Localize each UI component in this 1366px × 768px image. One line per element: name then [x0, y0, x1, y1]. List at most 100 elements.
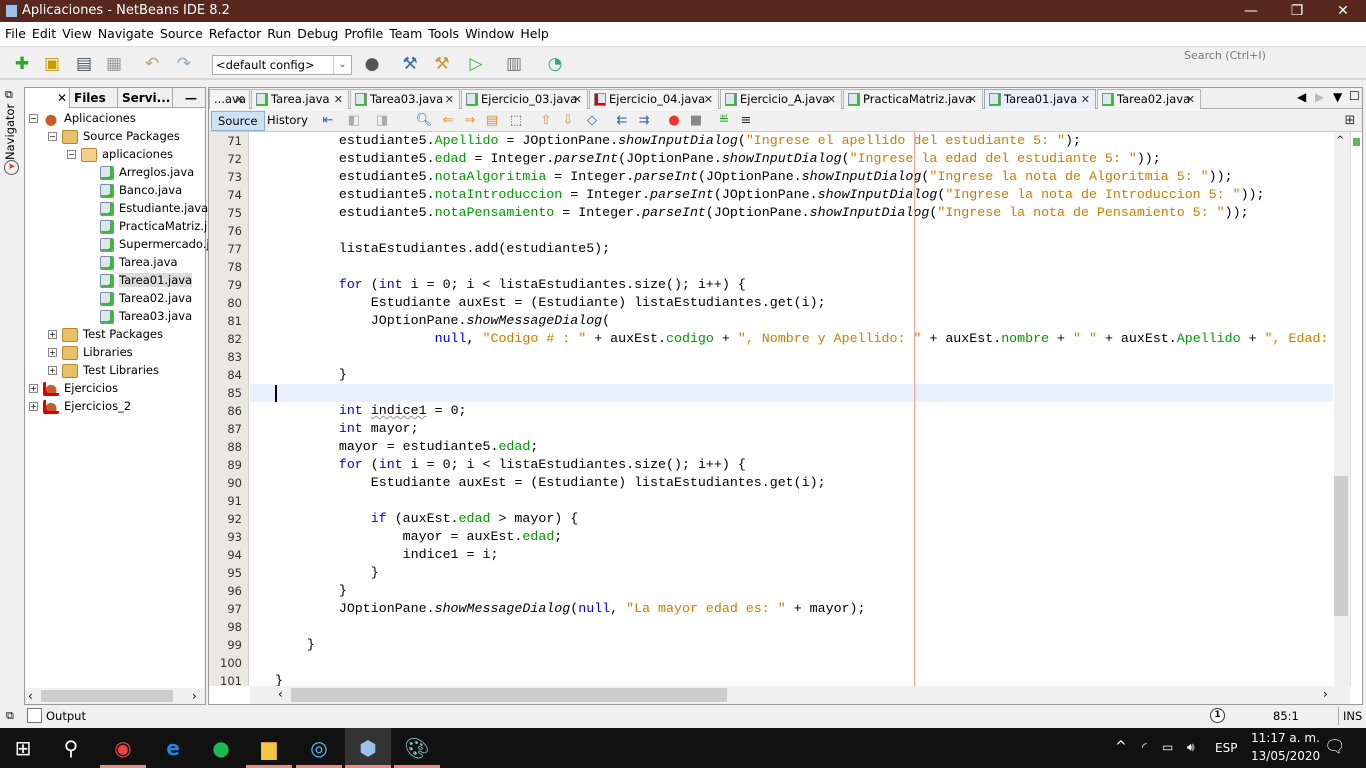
- scroll-right-icon[interactable]: ›: [192, 689, 197, 703]
- search-icon[interactable]: ⚲: [48, 728, 94, 768]
- wifi-icon[interactable]: ◜: [1142, 740, 1147, 754]
- find-icon[interactable]: 🔍︎: [415, 112, 433, 129]
- run-icon[interactable]: ▷: [464, 53, 488, 75]
- editor-tab[interactable]: Ejercicio_04.java ✕: [589, 89, 719, 109]
- forward-icon[interactable]: ◨: [373, 112, 391, 129]
- expand-icon[interactable]: +: [29, 402, 38, 411]
- back-icon[interactable]: ◧: [345, 112, 363, 129]
- tree-node[interactable]: − aplicaciones: [67, 145, 173, 163]
- uncomment-icon[interactable]: ≡: [737, 112, 755, 129]
- history-button[interactable]: History: [261, 111, 314, 131]
- scroll-up-icon[interactable]: ^: [1336, 135, 1344, 146]
- close-tab-icon[interactable]: ✕: [334, 90, 343, 109]
- stop-macro-icon[interactable]: ■: [687, 112, 705, 129]
- scroll-right-icon[interactable]: ›: [1323, 687, 1328, 701]
- split-editor-icon[interactable]: ⊞: [1341, 112, 1359, 129]
- expand-icon[interactable]: +: [48, 366, 57, 375]
- paint-icon[interactable]: 🎨︎: [394, 728, 440, 768]
- close-tab-icon[interactable]: ✕: [573, 90, 582, 109]
- code-area[interactable]: estudiante5.Apellido = JOptionPane.showI…: [250, 132, 1333, 686]
- close-tab-icon[interactable]: ✕: [827, 90, 836, 109]
- chrome-icon[interactable]: ◉: [100, 728, 146, 768]
- close-tab-icon[interactable]: ✕: [1186, 90, 1195, 109]
- menu-source[interactable]: Source: [157, 22, 206, 46]
- minimize-panel-icon[interactable]: —: [185, 88, 197, 108]
- notifications-badge[interactable]: 1: [1210, 708, 1225, 723]
- menu-team[interactable]: Team: [386, 22, 425, 46]
- menu-view[interactable]: View: [59, 22, 95, 46]
- menu-profile[interactable]: Profile: [341, 22, 386, 46]
- tab-projects[interactable]: ✕: [25, 88, 70, 108]
- menu-tools[interactable]: Tools: [425, 22, 462, 46]
- tree-node[interactable]: + Test Libraries: [48, 361, 159, 379]
- comment-icon[interactable]: ≝: [715, 112, 733, 129]
- restore-window-icon[interactable]: ⧉: [5, 88, 13, 102]
- maximize-icon[interactable]: ☐: [1349, 89, 1360, 103]
- start-macro-icon[interactable]: ●: [665, 112, 683, 129]
- redo-icon[interactable]: ↷: [172, 53, 196, 75]
- rectangular-selection-icon[interactable]: ⬚: [507, 112, 525, 129]
- output-tab[interactable]: Output: [46, 709, 86, 723]
- close-tab-icon[interactable]: ✕: [235, 90, 244, 109]
- app-icon[interactable]: ◎: [296, 728, 342, 768]
- close-tab-icon[interactable]: ✕: [445, 90, 454, 109]
- menu-debug[interactable]: Debug: [294, 22, 341, 46]
- editor-tab[interactable]: Tarea02.java ✕: [1097, 89, 1201, 109]
- scrollbar-thumb[interactable]: [41, 690, 173, 702]
- close-tab-icon[interactable]: ✕: [968, 90, 977, 109]
- editor-tab[interactable]: Tarea03.java ✕: [350, 89, 460, 109]
- tree-node[interactable]: − Source Packages: [48, 127, 180, 145]
- menu-edit[interactable]: Edit: [29, 22, 59, 46]
- close-tab-icon[interactable]: ✕: [1081, 90, 1090, 109]
- expand-icon[interactable]: +: [48, 330, 57, 339]
- spotify-icon[interactable]: ●: [198, 728, 244, 768]
- build-icon[interactable]: ⚒: [398, 53, 422, 75]
- scroll-tabs-right-icon[interactable]: ▶: [1315, 90, 1324, 104]
- find-previous-icon[interactable]: ⇐: [439, 112, 457, 129]
- source-button[interactable]: Source: [211, 111, 265, 131]
- tree-node[interactable]: Arreglos.java: [100, 163, 194, 181]
- editor-tab[interactable]: Ejercicio_A.java ✕: [720, 89, 842, 109]
- shift-right-icon[interactable]: ⇉: [635, 112, 653, 129]
- restore-window-icon[interactable]: ⧉: [6, 709, 14, 723]
- menu-refactor[interactable]: Refactor: [206, 22, 264, 46]
- tree-node[interactable]: + Ejercicios_2: [29, 397, 131, 415]
- menu-run[interactable]: Run: [264, 22, 294, 46]
- tree-node[interactable]: + Libraries: [48, 343, 133, 361]
- tree-node[interactable]: Tarea02.java: [100, 289, 192, 307]
- tree-node[interactable]: Tarea01.java: [100, 271, 193, 289]
- debug-icon[interactable]: ▥: [502, 53, 526, 75]
- projects-horizontal-scrollbar[interactable]: ‹ ›: [25, 688, 205, 704]
- minimize-button[interactable]: —: [1228, 0, 1274, 22]
- menu-help[interactable]: Help: [517, 22, 552, 46]
- restore-button[interactable]: ❐: [1274, 0, 1320, 22]
- horizontal-scrollbar-thumb[interactable]: [291, 688, 727, 702]
- find-next-icon[interactable]: ⇒: [461, 112, 479, 129]
- editor-tab[interactable]: Ejercicio_03.java ✕: [461, 89, 588, 109]
- scroll-left-icon[interactable]: ‹: [278, 687, 283, 701]
- editor-tab[interactable]: PracticaMatriz.java ✕: [843, 89, 983, 109]
- close-icon[interactable]: ✕: [57, 88, 67, 108]
- tree-node[interactable]: + Ejercicios: [29, 379, 118, 397]
- previous-bookmark-icon[interactable]: ⇧: [537, 112, 555, 129]
- tree-node[interactable]: + Test Packages: [48, 325, 163, 343]
- close-tab-icon[interactable]: ✕: [704, 90, 713, 109]
- file-explorer-icon[interactable]: ▆: [246, 728, 292, 768]
- undo-icon[interactable]: ↶: [140, 53, 164, 75]
- edge-icon[interactable]: e: [150, 728, 196, 768]
- start-windows-icon[interactable]: ⊞: [0, 728, 46, 768]
- menu-file[interactable]: File: [2, 22, 29, 46]
- menu-window[interactable]: Window: [462, 22, 517, 46]
- editor-tab[interactable]: Tarea.java ✕: [251, 89, 349, 109]
- profile-icon[interactable]: ◔: [543, 53, 567, 75]
- collapse-icon[interactable]: −: [48, 132, 57, 141]
- close-button[interactable]: ✕: [1320, 0, 1366, 22]
- menu-navigate[interactable]: Navigate: [95, 22, 157, 46]
- toggle-highlight-icon[interactable]: ▤: [483, 112, 501, 129]
- tree-node[interactable]: − Aplicaciones: [29, 109, 136, 127]
- tree-node[interactable]: Banco.java: [100, 181, 182, 199]
- tree-node[interactable]: Estudiante.java: [100, 199, 208, 217]
- clean-build-icon[interactable]: ⚒: [430, 53, 454, 75]
- tree-node[interactable]: Tarea.java: [100, 253, 178, 271]
- next-bookmark-icon[interactable]: ⇩: [559, 112, 577, 129]
